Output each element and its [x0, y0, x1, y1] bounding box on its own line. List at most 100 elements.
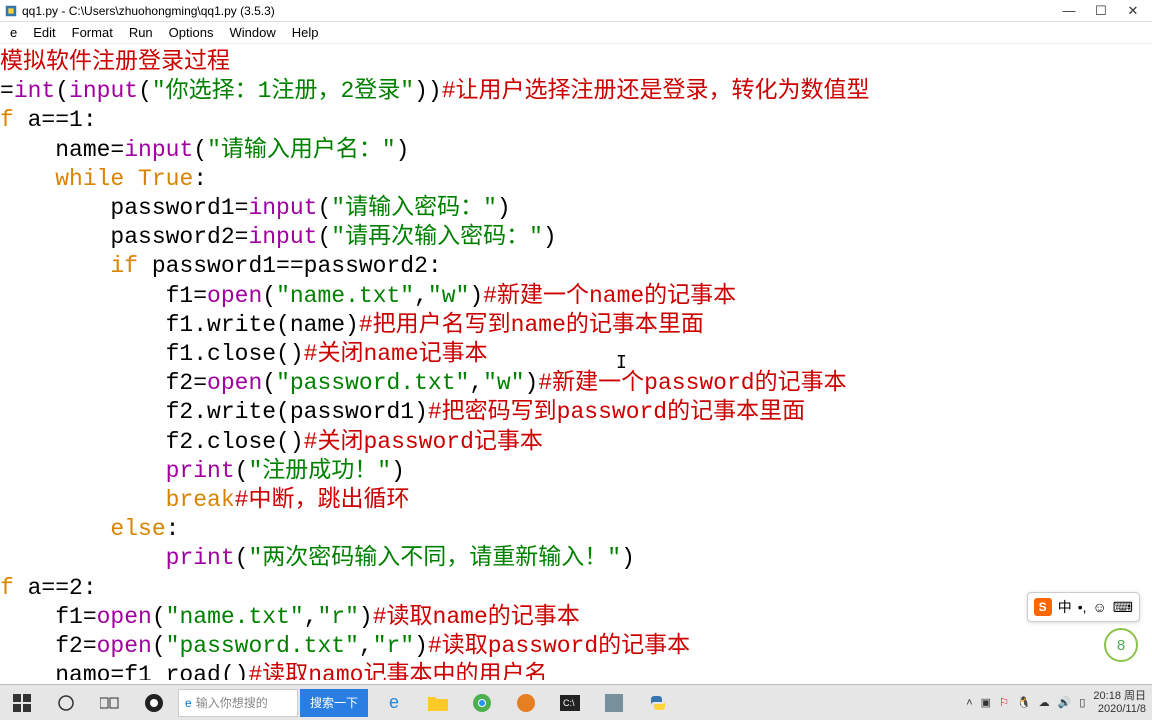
code-keyword: if — [110, 253, 138, 279]
menu-window[interactable]: Window — [221, 23, 283, 42]
code-keyword: break — [166, 487, 235, 513]
code-comment: #读取namo记事本中的用户名 — [248, 662, 547, 680]
app-ie-icon[interactable]: e — [372, 685, 416, 720]
menu-run[interactable]: Run — [121, 23, 161, 42]
code-builtin: input — [248, 224, 317, 250]
code-string: "r" — [318, 604, 359, 630]
code-keyword: while — [55, 166, 124, 192]
code-comment: #读取name的记事本 — [373, 604, 580, 630]
clock-date: 2020/11/8 — [1093, 703, 1146, 715]
code-text: ( — [262, 283, 276, 309]
app-python-icon[interactable] — [636, 685, 680, 720]
menu-format[interactable]: Format — [64, 23, 121, 42]
code-comment: 模拟软件注册登录过程 — [0, 49, 230, 75]
code-builtin: print — [166, 545, 235, 571]
code-text: , — [469, 370, 483, 396]
code-builtin: open — [97, 633, 152, 659]
app-folder-icon[interactable] — [416, 685, 460, 720]
app-chrome-icon[interactable] — [460, 685, 504, 720]
clock-time: 20:18 周日 — [1093, 690, 1146, 702]
code-text: ) — [543, 224, 557, 250]
code-text: f2.write(password1) — [0, 399, 428, 425]
code-text: ) — [525, 370, 539, 396]
code-text — [0, 458, 166, 484]
code-text: a==1: — [14, 107, 97, 133]
code-text: : — [193, 166, 207, 192]
menu-help[interactable]: Help — [284, 23, 327, 42]
ime-lang-button[interactable]: 中 — [1058, 597, 1072, 617]
code-keyword: f — [0, 107, 14, 133]
code-comment: #关闭name记事本 — [304, 341, 488, 367]
code-string: "r" — [373, 633, 414, 659]
svg-text:C:\: C:\ — [563, 698, 575, 708]
code-text: namo=f1 road() — [0, 662, 248, 680]
code-text: f1.close() — [0, 341, 304, 367]
menu-options[interactable]: Options — [161, 23, 222, 42]
tray-network-icon[interactable]: ▯ — [1079, 696, 1085, 709]
ime-toolbar[interactable]: S 中 •, ☺ ⌨ — [1027, 592, 1140, 622]
taskbar-search-input[interactable]: e 输入你想搜的 — [178, 689, 298, 717]
code-string: "w" — [428, 283, 469, 309]
taskbar-search-button[interactable]: 搜索一下 — [300, 689, 368, 717]
code-text: ( — [193, 137, 207, 163]
code-text: )) — [414, 78, 442, 104]
code-text: ( — [138, 78, 152, 104]
taskbar-clock[interactable]: 20:18 周日 2020/11/8 — [1093, 690, 1146, 714]
code-string: "请再次输入密码：" — [331, 224, 543, 250]
tray-security-icon[interactable]: ⚐ — [999, 696, 1009, 709]
tray-cloud-icon[interactable]: ☁ — [1039, 696, 1050, 709]
code-comment: #读取password的记事本 — [428, 633, 690, 659]
app-generic-icon[interactable] — [592, 685, 636, 720]
tray-app-icon[interactable]: ▣ — [981, 696, 991, 709]
tray-chevron-icon[interactable]: ˄ — [966, 697, 972, 709]
code-text: ( — [317, 224, 331, 250]
code-builtin: input — [69, 78, 138, 104]
ime-status-circle[interactable]: 8 — [1104, 628, 1138, 662]
code-builtin: print — [166, 458, 235, 484]
menu-bar: e Edit Format Run Options Window Help — [0, 22, 1152, 44]
ime-status-value: 8 — [1117, 637, 1125, 654]
menu-edit[interactable]: Edit — [25, 23, 63, 42]
obs-icon[interactable] — [132, 685, 176, 720]
code-comment: #中断，跳出循环 — [235, 487, 410, 513]
code-string: "password.txt" — [166, 633, 359, 659]
ime-punct-button[interactable]: •, — [1078, 599, 1087, 615]
cortana-button[interactable] — [44, 685, 88, 720]
tray-volume-icon[interactable]: 🔊 — [1058, 696, 1072, 709]
ime-face-button[interactable]: ☺ — [1092, 599, 1106, 615]
sogou-icon[interactable]: S — [1034, 598, 1052, 616]
window-title: qq1.py - C:\Users\zhuohongming\qq1.py (3… — [22, 4, 1062, 18]
app-terminal-icon[interactable]: C:\ — [548, 685, 592, 720]
task-view-button[interactable] — [88, 685, 132, 720]
start-button[interactable] — [0, 685, 44, 720]
code-text: ( — [262, 370, 276, 396]
app-browser-icon[interactable] — [504, 685, 548, 720]
code-text: ( — [317, 195, 331, 221]
close-button[interactable]: ✕ — [1126, 4, 1140, 18]
edge-search-icon: e — [185, 696, 192, 710]
code-text — [124, 166, 138, 192]
window-titlebar: qq1.py - C:\Users\zhuohongming\qq1.py (3… — [0, 0, 1152, 22]
code-comment: #新建一个password的记事本 — [538, 370, 846, 396]
tray-qq-icon[interactable]: 🐧 — [1017, 696, 1031, 709]
code-text: ) — [621, 545, 635, 571]
code-text: ) — [497, 195, 511, 221]
code-comment: #把用户名写到name的记事本里面 — [359, 312, 704, 338]
code-builtin: input — [248, 195, 317, 221]
search-placeholder: 输入你想搜的 — [196, 694, 268, 711]
python-file-icon — [4, 4, 18, 18]
code-string: "password.txt" — [276, 370, 469, 396]
maximize-button[interactable]: ☐ — [1094, 4, 1108, 18]
code-text: ) — [396, 137, 410, 163]
code-text: , — [359, 633, 373, 659]
code-string: "请输入用户名：" — [207, 137, 396, 163]
code-string: "name.txt" — [166, 604, 304, 630]
code-builtin: int — [14, 78, 55, 104]
code-text: ( — [152, 604, 166, 630]
ime-keyboard-button[interactable]: ⌨ — [1113, 599, 1133, 616]
menu-file[interactable]: e — [2, 23, 25, 42]
minimize-button[interactable]: — — [1062, 4, 1076, 18]
code-editor[interactable]: 模拟软件注册登录过程 =int(input("你选择：1注册，2登录"))#让用… — [0, 44, 1152, 680]
code-keyword: True — [138, 166, 193, 192]
code-text: ( — [235, 545, 249, 571]
